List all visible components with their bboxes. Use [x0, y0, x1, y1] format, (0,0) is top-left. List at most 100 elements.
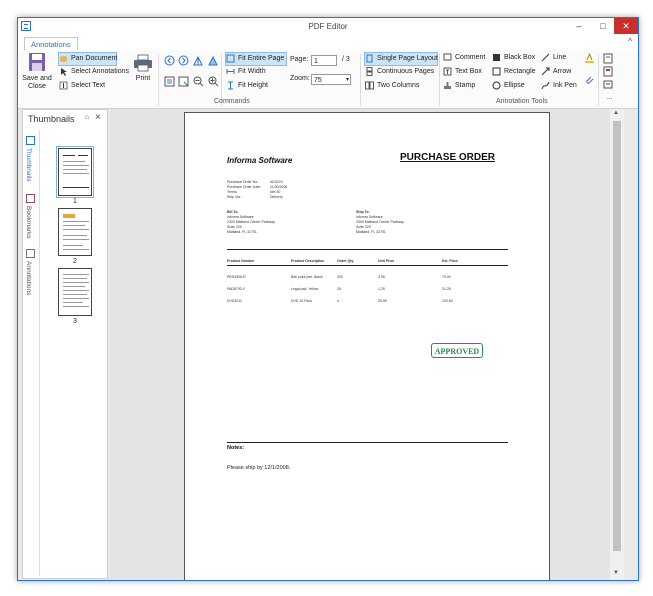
thumbnails-panel: Thumbnails ⌂ × Thumbnails Bookmarks Anno… — [22, 109, 108, 579]
title-bar: PDF Editor – □ ✕ — [18, 18, 638, 36]
previous-page-icon[interactable] — [164, 55, 175, 66]
ship-to-line: Suite 220 — [356, 225, 371, 229]
vertical-scrollbar[interactable]: ▲ ▼ — [610, 109, 624, 580]
thumb-line — [63, 161, 85, 162]
single-page-layout-button[interactable]: Single Page Layout — [364, 52, 438, 66]
maximize-button[interactable]: □ — [592, 18, 614, 34]
thumb-line — [63, 165, 89, 166]
table-cell: 200 — [337, 275, 343, 279]
minimize-button[interactable]: – — [568, 18, 590, 34]
thumb-line — [63, 155, 75, 156]
printer-icon — [134, 54, 152, 72]
document-heading: PURCHASE ORDER — [400, 152, 496, 163]
fit-width-label: Fit Width — [238, 68, 266, 75]
fit-width-button[interactable]: Fit Width — [226, 66, 266, 78]
tab-annotations-panel[interactable]: Annotations — [25, 261, 32, 295]
import-annotations-icon[interactable] — [603, 66, 614, 77]
page-thumbnail-3[interactable] — [58, 268, 92, 316]
table-cell: 1.25 — [378, 287, 385, 291]
ink-pen-label: Ink Pen — [553, 82, 577, 89]
select-text-button[interactable]: Select Text — [59, 80, 105, 92]
rectangle-tool[interactable]: Rectangle — [492, 66, 536, 78]
annotation-settings-icon[interactable] — [603, 79, 614, 90]
select-annotations-button[interactable]: Select Annotations — [59, 66, 129, 78]
ribbon-separator — [598, 54, 599, 106]
thumb-line — [63, 229, 89, 230]
two-columns-label: Two Columns — [377, 82, 420, 89]
zoom-out-icon[interactable] — [193, 76, 204, 87]
text-box-icon — [443, 67, 452, 76]
scroll-up-icon[interactable]: ▲ — [613, 110, 619, 116]
thumbnail-label-1: 1 — [73, 198, 77, 205]
thumb-line — [63, 278, 87, 279]
table-cell: 79.00 — [442, 275, 451, 279]
ribbon-separator — [439, 54, 440, 106]
pen-icon — [541, 81, 550, 90]
thumb-line — [63, 302, 83, 303]
thumb-line — [63, 286, 85, 287]
stamp-tool[interactable]: Stamp — [443, 80, 475, 92]
attachment-icon[interactable] — [584, 75, 595, 86]
zoom-label: Zoom: — [290, 75, 310, 82]
line-tool[interactable]: Line — [541, 52, 566, 64]
tab-annotations[interactable]: Annotations — [24, 37, 78, 51]
zoom-in-icon[interactable] — [208, 76, 219, 87]
zoom-area-icon[interactable] — [178, 76, 189, 87]
continuous-pages-button[interactable]: Continuous Pages — [365, 66, 434, 78]
next-page-icon[interactable] — [178, 55, 189, 66]
table-cell: DVD4211 — [227, 299, 242, 303]
continuous-pages-icon — [365, 66, 374, 76]
column-header: Product Number — [227, 259, 255, 263]
close-button[interactable]: ✕ — [614, 18, 638, 34]
thumb-logo — [63, 214, 75, 218]
line-label: Line — [553, 54, 567, 61]
fit-height-button[interactable]: Fit Height — [226, 80, 268, 92]
two-columns-button[interactable]: Two Columns — [365, 80, 419, 92]
page-thumbnail-2[interactable] — [58, 208, 92, 256]
zoom-select[interactable]: 75 ▾ — [311, 74, 351, 85]
rotate-left-icon[interactable] — [193, 55, 204, 66]
select-annotations-label: Select Annotations — [71, 68, 129, 75]
fit-page-icon — [226, 54, 235, 63]
tab-thumbnails[interactable]: Thumbnails — [25, 148, 32, 182]
thumb-line — [63, 290, 89, 291]
ellipse-icon — [492, 81, 501, 90]
rotate-right-icon[interactable] — [208, 55, 219, 66]
bill-to-line: Informa Software — [227, 215, 254, 219]
panel-side-tabs: Thumbnails Bookmarks Annotations — [23, 130, 40, 576]
actual-size-icon[interactable] — [164, 76, 175, 87]
thumb-line — [63, 221, 89, 222]
print-button[interactable]: Print — [130, 54, 156, 83]
ellipse-tool[interactable]: Ellipse — [492, 80, 525, 92]
save-and-close-button[interactable]: Save and Close — [20, 52, 54, 91]
arrow-label: Arrow — [553, 68, 572, 75]
table-cell: Ball point pen, Black — [291, 275, 323, 279]
window-title: PDF Editor — [308, 22, 348, 31]
highlight-text-icon[interactable] — [584, 53, 595, 64]
document-viewer[interactable]: Informa Software PURCHASE ORDER Purchase… — [110, 109, 624, 580]
arrow-tool[interactable]: Arrow — [541, 66, 571, 78]
tab-bookmarks[interactable]: Bookmarks — [25, 206, 32, 239]
line-icon — [541, 53, 550, 62]
page-thumbnail-1[interactable] — [56, 146, 94, 198]
close-panel-icon[interactable]: × — [95, 112, 101, 123]
comment-tool[interactable]: Comment — [443, 52, 485, 64]
table-cell: 25 — [337, 287, 341, 291]
more-tools-button[interactable]: ... — [607, 92, 612, 104]
black-box-tool[interactable]: Black Box — [492, 52, 535, 64]
bookmark-icon — [26, 194, 35, 203]
pin-icon[interactable]: ⌂ — [85, 114, 89, 121]
page-number-input[interactable]: 1 — [311, 55, 337, 66]
ink-pen-tool[interactable]: Ink Pen — [541, 80, 577, 92]
chevron-down-icon: ▾ — [345, 77, 349, 83]
annotations-tab-icon — [26, 249, 35, 258]
fit-entire-page-button[interactable]: Fit Entire Page — [225, 52, 287, 66]
approved-stamp[interactable]: APPROVED — [431, 343, 483, 358]
text-box-tool[interactable]: Text Box — [443, 66, 482, 78]
scroll-down-icon[interactable]: ▼ — [613, 570, 619, 576]
scrollbar-thumb[interactable] — [613, 121, 621, 551]
collapse-ribbon-button[interactable]: ^ — [628, 37, 632, 46]
pan-document-button[interactable]: Pan Document — [58, 52, 117, 66]
stamp-icon — [443, 81, 452, 90]
export-annotations-icon[interactable] — [603, 53, 614, 64]
